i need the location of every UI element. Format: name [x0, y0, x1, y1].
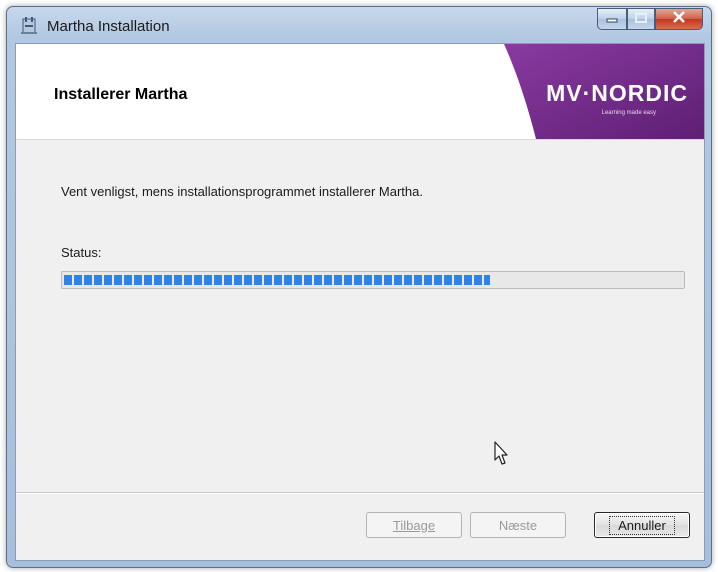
progress-fill — [64, 275, 490, 285]
back-button-label: Tilbage — [392, 517, 436, 533]
next-button-label: Næste — [498, 517, 538, 533]
close-button[interactable] — [655, 8, 703, 30]
page-title: Installerer Martha — [54, 86, 188, 103]
installation-progress-bar — [61, 271, 685, 289]
next-button[interactable]: Næste — [470, 512, 566, 538]
mv-nordic-logo: MV·NORDIC Learning made easy — [474, 44, 704, 139]
status-label: Status: — [61, 245, 102, 260]
mouse-pointer-icon — [489, 440, 509, 468]
logo-text: MV·NORDIC — [546, 80, 688, 106]
back-button[interactable]: Tilbage — [366, 512, 462, 538]
caption-buttons — [597, 8, 703, 30]
window-title: Martha Installation — [47, 18, 170, 35]
logo-tagline: Learning made easy — [601, 110, 656, 116]
maximize-icon — [635, 10, 647, 28]
maximize-button[interactable] — [627, 8, 655, 30]
wait-message: Vent venligst, mens installationsprogram… — [61, 184, 423, 199]
minimize-icon — [606, 10, 618, 28]
close-icon — [672, 10, 686, 28]
header-banner: Installerer Martha MV·NORDIC Learning ma… — [16, 44, 704, 140]
title-bar[interactable]: Martha Installation — [7, 7, 711, 43]
installer-app-icon — [19, 16, 39, 36]
minimize-button[interactable] — [597, 8, 627, 30]
installer-dialog: Installerer Martha MV·NORDIC Learning ma… — [15, 43, 705, 561]
installer-window: Martha Installation Installerer Martha M… — [6, 6, 712, 568]
cancel-button-label: Annuller — [609, 515, 675, 535]
cancel-button[interactable]: Annuller — [594, 512, 690, 538]
footer-divider — [16, 492, 704, 494]
